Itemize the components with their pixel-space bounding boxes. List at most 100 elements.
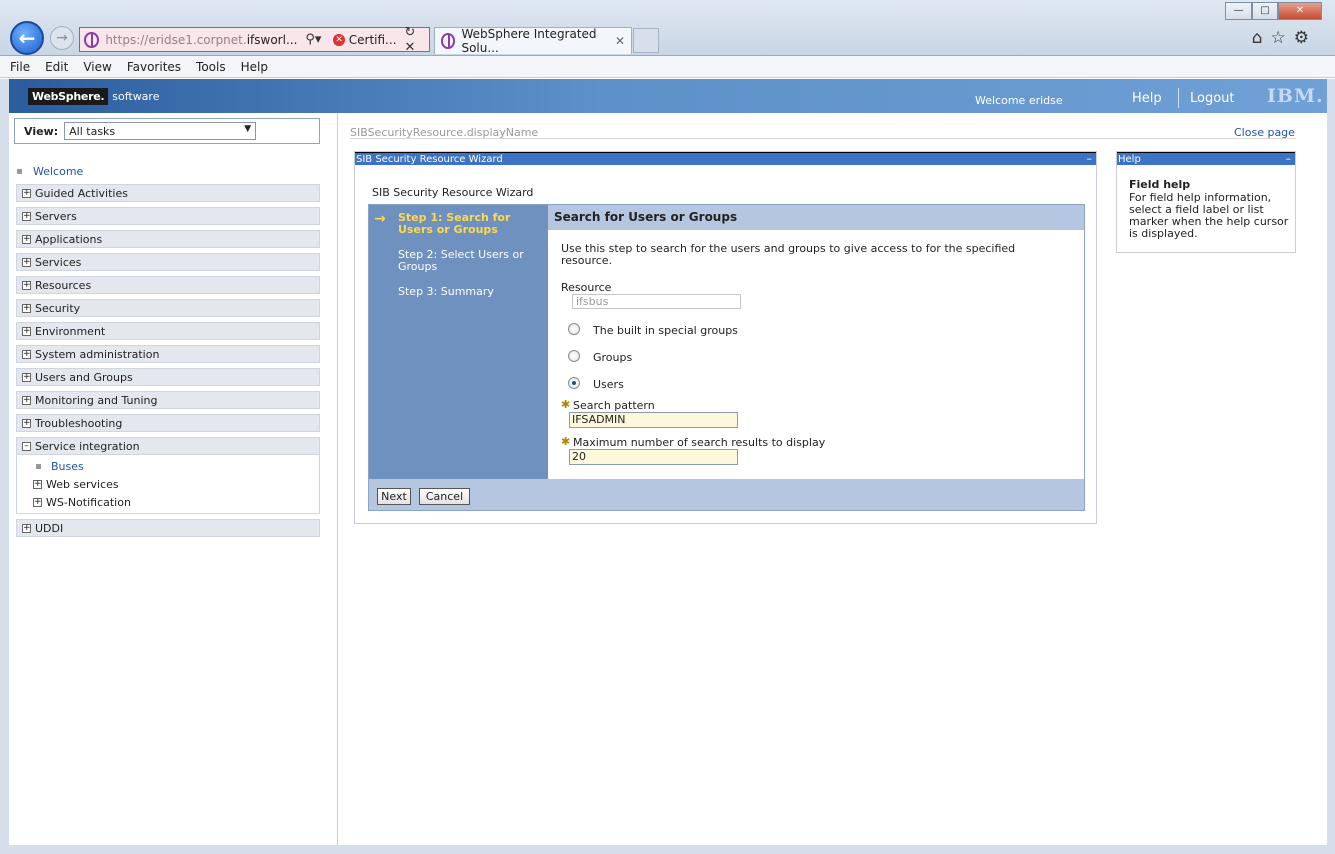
maximize-button[interactable]: □ [1252,2,1278,20]
radio-users-label[interactable]: Users [593,378,624,391]
logo-sub: software [112,90,160,103]
nav-group-label: Guided Activities [35,186,128,200]
radio-groups[interactable] [568,350,580,362]
radio-special-groups[interactable] [568,323,580,335]
window-left-edge [0,79,9,849]
nav-welcome-label: Welcome [33,165,84,178]
nav-system-administration[interactable]: + System administration [16,345,320,363]
settings-gear-icon[interactable]: ⚙ [1294,28,1317,48]
chevron-down-icon: ▼ [244,124,252,134]
nav-group-label: Applications [35,232,103,246]
nav-services[interactable]: + Services [16,253,320,271]
nav-guided-activities[interactable]: + Guided Activities [16,184,320,202]
next-button[interactable]: Next [377,488,411,505]
help-portlet: Help – Field help For field help informa… [1116,151,1296,253]
window-controls: — □ ✕ [1225,2,1322,20]
menu-view[interactable]: View [83,60,111,74]
forward-button[interactable]: → [50,26,74,50]
step-description: Use this step to search for the users an… [561,242,1016,267]
websphere-logo: WebSphere. software [28,88,159,105]
wizard-button-row: Next Cancel [369,479,1084,510]
menu-favorites[interactable]: Favorites [127,60,181,74]
nav-sub-label: WS-Notification [46,496,131,509]
new-tab-button[interactable] [633,28,659,53]
nav-troubleshooting[interactable]: + Troubleshooting [16,414,320,432]
nav-resources[interactable]: + Resources [16,276,320,294]
expand-icon: + [22,371,31,382]
expand-icon: + [33,479,42,489]
minimize-button[interactable]: — [1225,2,1252,20]
menu-file[interactable]: File [10,60,30,74]
nav-users-and-groups[interactable]: + Users and Groups [16,368,320,386]
window-right-edge [1327,79,1335,849]
bullet-icon [17,169,22,174]
radio-special-groups-label[interactable]: The built in special groups [593,324,738,337]
forward-arrow-icon: → [56,30,68,46]
certificate-label[interactable]: Certifi... [349,33,397,47]
wizard-steps: → Step 1: Search for Users or Groups Ste… [369,205,548,479]
header-separator [1178,88,1179,108]
view-select[interactable]: All tasks ▼ [64,122,257,140]
window-bottom-edge [0,845,1335,854]
home-icon[interactable]: ⌂ [1252,28,1271,48]
site-globe-icon [84,31,100,48]
expand-icon: + [22,256,31,267]
ibm-logo: IBM. [1267,85,1324,107]
max-results-label: Maximum number of search results to disp… [573,436,826,449]
welcome-user: Welcome eridse [975,94,1063,107]
tab-title: WebSphere Integrated Solu... [461,27,597,55]
expand-icon: + [22,325,31,336]
help-title: Help [1118,154,1141,165]
current-step-arrow-icon: → [374,211,386,227]
nav-environment[interactable]: + Environment [16,322,320,340]
radio-groups-label[interactable]: Groups [593,351,632,364]
back-button[interactable]: ← [10,21,44,55]
menu-bar: File Edit View Favorites Tools Help [0,56,1335,78]
nav-group-label: Monitoring and Tuning [35,393,158,407]
certificate-error-icon[interactable]: ✕ [333,33,345,46]
nav-group-label: Services [35,255,82,269]
favorites-star-icon[interactable]: ☆ [1271,28,1294,48]
tab-globe-icon [441,33,456,49]
nav-applications[interactable]: + Applications [16,230,320,248]
nav-monitoring-and-tuning[interactable]: + Monitoring and Tuning [16,391,320,409]
search-pattern-label: Search pattern [573,399,655,412]
nav-uddi[interactable]: + UDDI [16,519,320,537]
menu-edit[interactable]: Edit [45,60,68,74]
nav-buses[interactable]: Buses [36,460,84,473]
tab-close-icon[interactable]: ✕ [615,34,625,48]
nav-group-label: Servers [35,209,77,223]
browser-tab[interactable]: WebSphere Integrated Solu... ✕ [434,27,632,55]
nav-web-services[interactable]: + Web services [33,478,119,491]
nav-ws-notification[interactable]: + WS-Notification [33,496,131,509]
minimize-icon[interactable]: – [1087,152,1093,165]
url-prefix: https://eridse1.corpnet. [105,32,247,47]
resource-field: ifsbus [572,294,741,309]
search-pattern-input[interactable]: IFSADMIN [569,412,738,428]
radio-users[interactable] [568,377,580,389]
required-marker-icon: ✱ [561,398,571,411]
header-help-link[interactable]: Help [1132,91,1162,106]
cancel-button[interactable]: Cancel [419,488,470,505]
close-window-button[interactable]: ✕ [1278,2,1322,20]
nav-security[interactable]: + Security [16,299,320,317]
nav-group-label: System administration [35,347,160,361]
nav-servers[interactable]: + Servers [16,207,320,225]
address-bar[interactable]: https://eridse1.corpnet. ifsworl... ⚲▾ ✕ … [79,25,430,55]
url-host: ifsworl... [246,32,298,47]
nav-service-integration[interactable]: – Service integration [16,437,320,455]
bullet-icon [36,464,41,469]
menu-help[interactable]: Help [241,60,268,74]
minimize-icon[interactable]: – [1286,152,1292,165]
expand-icon: + [22,394,31,405]
nav-group-label: UDDI [35,521,64,535]
nav-sub-label: Buses [51,460,84,473]
menu-tools[interactable]: Tools [196,60,226,74]
wizard-frame: → Step 1: Search for Users or Groups Ste… [368,204,1085,511]
nav-welcome[interactable]: Welcome [17,165,83,178]
collapse-icon: – [22,441,31,451]
logout-link[interactable]: Logout [1190,91,1235,106]
search-dropdown-icon[interactable]: ⚲▾ [305,32,321,47]
refresh-stop-icons[interactable]: ↻ ✕ [405,25,429,55]
max-results-input[interactable]: 20 [569,449,738,465]
